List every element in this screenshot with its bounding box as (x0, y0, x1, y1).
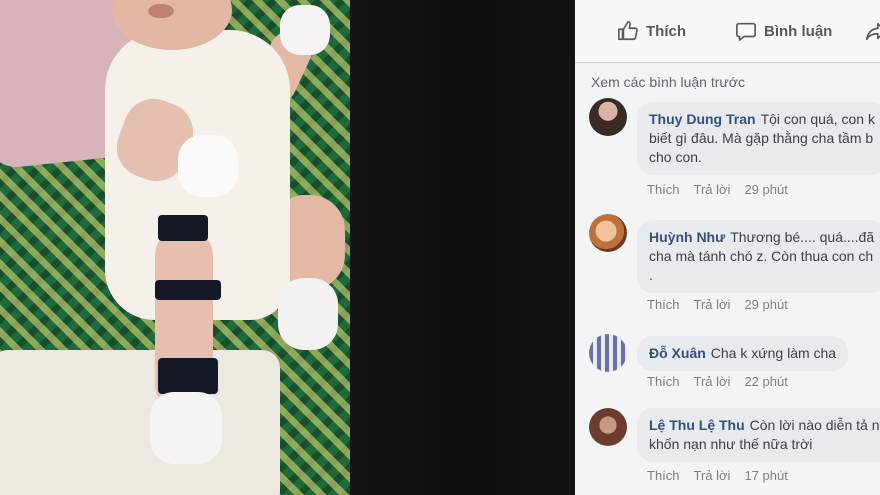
comment-timestamp: 29 phút (744, 182, 788, 197)
comment-bubble: Đỗ Xuân Cha k xứng làm cha (637, 336, 849, 371)
baby-right-sock (278, 278, 338, 350)
avatar[interactable] (589, 334, 627, 372)
comment-reply-link[interactable]: Trả lời (694, 468, 731, 483)
comment-meta: Thích Trả lời 29 phút (647, 182, 788, 197)
comment-timestamp: 17 phút (744, 468, 788, 483)
tie-strap (158, 215, 208, 241)
baby-photo[interactable] (0, 0, 350, 495)
comment-text: Còn lời nào diễn tả n (749, 417, 880, 433)
comment-like-link[interactable]: Thích (647, 182, 680, 197)
baby-left-mitten (178, 135, 238, 197)
comment-meta: Thích Trả lời 17 phút (647, 468, 788, 483)
comment-text: Tội con quá, con k (760, 111, 875, 127)
comment-author[interactable]: Huỳnh Như (649, 229, 725, 245)
like-button[interactable]: Thích (617, 20, 686, 42)
leg-strap (155, 280, 221, 300)
comment-label: Bình luận (764, 22, 833, 40)
comment-reply-link[interactable]: Trả lời (694, 182, 731, 197)
comment-text: khốn nạn như thế nữa trời (649, 436, 813, 452)
avatar[interactable] (589, 408, 627, 446)
comment-bubble: Thuy Dung Tran Tội con quá, con k biết gì… (637, 102, 880, 175)
like-label: Thích (646, 22, 686, 40)
post-action-bar: Thích Bình luận (575, 0, 880, 63)
comment-text: biết gì đâu. Mà gặp thằng cha tầm b (649, 130, 874, 146)
comment-author[interactable]: Lệ Thu Lệ Thu (649, 417, 745, 433)
avatar[interactable] (589, 98, 627, 136)
share-arrow-icon (866, 22, 880, 41)
comment-bubble: Huỳnh Như Thương bé.... quá....đã cha mà … (637, 220, 880, 293)
see-previous-comments-link[interactable]: Xem các bình luận trước (591, 74, 745, 90)
comment-text: Cha k xứng làm cha (710, 345, 837, 361)
comment-timestamp: 22 phút (744, 374, 788, 389)
comment-bubble: Lệ Thu Lệ Thu Còn lời nào diễn tả n khốn … (637, 408, 880, 462)
comment-text: Thương bé.... quá....đã (730, 229, 875, 245)
baby-left-sock (150, 392, 222, 464)
avatar[interactable] (589, 214, 627, 252)
white-towel (0, 350, 280, 495)
comment-meta: Thích Trả lời 22 phút (647, 374, 788, 389)
comment-text: cho con. (649, 149, 702, 165)
baby-mouth (148, 4, 174, 18)
comment-button[interactable]: Bình luận (735, 20, 832, 42)
speech-bubble-icon (736, 22, 756, 41)
comment-like-link[interactable]: Thích (647, 374, 680, 389)
thumbs-up-icon (618, 21, 638, 41)
ankle-strap (158, 358, 218, 394)
comment-like-link[interactable]: Thích (647, 468, 680, 483)
comment-text: . (649, 267, 653, 283)
comment-timestamp: 29 phút (744, 297, 788, 312)
comment-reply-link[interactable]: Trả lời (694, 297, 731, 312)
share-button[interactable] (865, 20, 880, 42)
comment-reply-link[interactable]: Trả lời (694, 374, 731, 389)
comment-author[interactable]: Đỗ Xuân (649, 345, 706, 361)
dark-screen-area (350, 0, 575, 495)
comment-author[interactable]: Thuy Dung Tran (649, 111, 756, 127)
comments-panel: Thích Bình luận Xem các bình luận trước … (575, 0, 880, 495)
comment-like-link[interactable]: Thích (647, 297, 680, 312)
baby-right-mitten (280, 5, 330, 55)
comment-text: cha mà tánh chó z. Còn thua con ch (649, 248, 874, 264)
comment-meta: Thích Trả lời 29 phút (647, 297, 788, 312)
